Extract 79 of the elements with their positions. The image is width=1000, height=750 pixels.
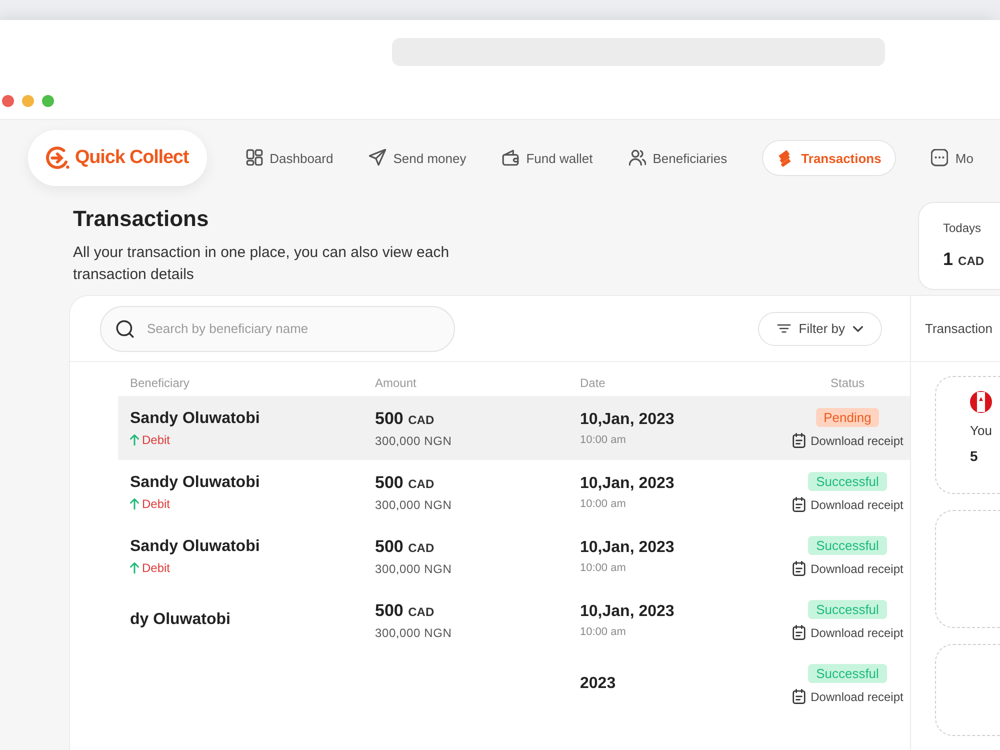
transaction-date: 10,Jan, 2023: [580, 410, 674, 428]
beneficiary-name: Sandy Oluwatobi: [130, 538, 260, 556]
minimize-window-icon[interactable]: [22, 95, 34, 107]
status-tag: Successful: [808, 472, 887, 491]
status-tag: Successful: [808, 600, 887, 619]
transaction-time: 10:00 am: [580, 626, 626, 638]
search-field[interactable]: Search by beneficiary name: [100, 306, 455, 352]
transaction-type: Debit: [142, 496, 170, 510]
status-tag: Successful: [808, 664, 887, 683]
more-icon: [931, 149, 948, 167]
beneficiary-name: Sandy Oluwatobi: [130, 410, 260, 428]
arrow-up-icon: [130, 562, 139, 574]
clipboard-icon: [792, 689, 806, 704]
maximize-window-icon[interactable]: [42, 95, 54, 107]
filter-button[interactable]: Filter by: [758, 312, 882, 346]
status-tag: Successful: [808, 536, 887, 555]
logo-icon: [46, 146, 70, 170]
card-label: You: [970, 423, 992, 438]
nav-link[interactable]: Fund wallet: [501, 140, 594, 176]
download-receipt-link[interactable]: Download receipt: [792, 625, 904, 640]
transaction-date: 10,Jan, 2023: [580, 602, 674, 620]
transaction-date: 10,Jan, 2023: [580, 474, 674, 492]
amount-value: 500 CAD: [375, 472, 434, 492]
paper-plane-icon: [369, 149, 386, 167]
nav-link[interactable]: Beneficiaries: [628, 140, 728, 176]
clipboard-icon: [792, 433, 806, 448]
arrow-up-icon: [130, 498, 139, 510]
converted-amount: 300,000 NGN: [375, 434, 452, 448]
transaction-time: 10:00 am: [580, 562, 626, 574]
column-header: Date: [580, 376, 606, 390]
amount-value: 500 CAD: [375, 600, 434, 620]
table-row[interactable]: Sandy Oluwatobi Debit 500 CAD 300,000 NGN 10,Jan, 2023 10:00 am Pending Download receipt: [118, 396, 910, 460]
table-row[interactable]: Sandy Oluwatobi Debit 500 CAD 300,000 NGN 10,Jan, 2023 10:00 am Successful Download receipt: [118, 524, 910, 588]
download-receipt-link[interactable]: Download receipt: [792, 497, 904, 512]
column-header: Beneficiary: [130, 376, 190, 390]
converted-amount: 300,000 NGN: [375, 626, 452, 640]
clipboard-icon: [792, 561, 806, 576]
download-receipt-link[interactable]: Download receipt: [792, 433, 904, 448]
dashboard-icon: [246, 149, 263, 167]
status-tag: Pending: [816, 408, 880, 427]
panel-title: Transaction: [925, 321, 992, 336]
card-value: 5: [970, 448, 978, 464]
download-receipt-link[interactable]: Download receipt: [792, 689, 904, 704]
converted-amount: 300,000 NGN: [375, 562, 452, 576]
transaction-time: 10:00 am: [580, 434, 626, 446]
table-row[interactable]: 2023 Successful Download receipt: [118, 652, 910, 716]
search-icon: [116, 320, 134, 338]
clipboard-icon: [792, 497, 806, 512]
column-header: Status: [830, 376, 865, 390]
download-receipt-link[interactable]: Download receipt: [792, 561, 904, 576]
rate-title: Todays: [943, 221, 982, 235]
amount-value: 500 CAD: [375, 408, 434, 428]
beneficiary-name: Sandy Oluwatobi: [130, 474, 260, 492]
nav-link[interactable]: Send money: [368, 140, 468, 176]
amount-value: 500 CAD: [375, 536, 434, 556]
table-row[interactable]: dy Oluwatobi 500 CAD 300,000 NGN 10,Jan, 2023 10:00 am Successful Download receipt: [118, 588, 910, 652]
arrow-up-icon: [130, 434, 139, 446]
transaction-date: 2023: [580, 675, 616, 693]
flag-icon: [970, 391, 992, 413]
nav-link[interactable]: Dashboard: [244, 140, 334, 176]
page-title: Transactions: [73, 206, 209, 232]
beneficiary-name: dy Oluwatobi: [130, 611, 230, 629]
close-window-icon[interactable]: [2, 95, 14, 107]
column-header: Amount: [375, 376, 416, 390]
converted-amount: 300,000 NGN: [375, 498, 452, 512]
transaction-time: 10:00 am: [580, 498, 626, 510]
rate-value: 1 CAD: [943, 249, 984, 270]
chevron-down-icon: [853, 326, 863, 332]
page-subtitle: All your transaction in one place, you can also view each transaction details: [73, 243, 450, 285]
transaction-type: Debit: [142, 432, 170, 446]
people-icon: [628, 149, 646, 167]
transaction-type: Debit: [142, 560, 170, 574]
transaction-date: 10,Jan, 2023: [580, 538, 674, 556]
wallet-icon: [502, 149, 520, 167]
table-row[interactable]: Sandy Oluwatobi Debit 500 CAD 300,000 NGN 10,Jan, 2023 10:00 am Successful Download receipt: [118, 460, 910, 524]
clipboard-icon: [792, 625, 806, 640]
brand-name: Quick Collect: [75, 147, 189, 169]
filter-icon: [776, 323, 791, 334]
nav-link[interactable]: Mo: [930, 140, 974, 176]
